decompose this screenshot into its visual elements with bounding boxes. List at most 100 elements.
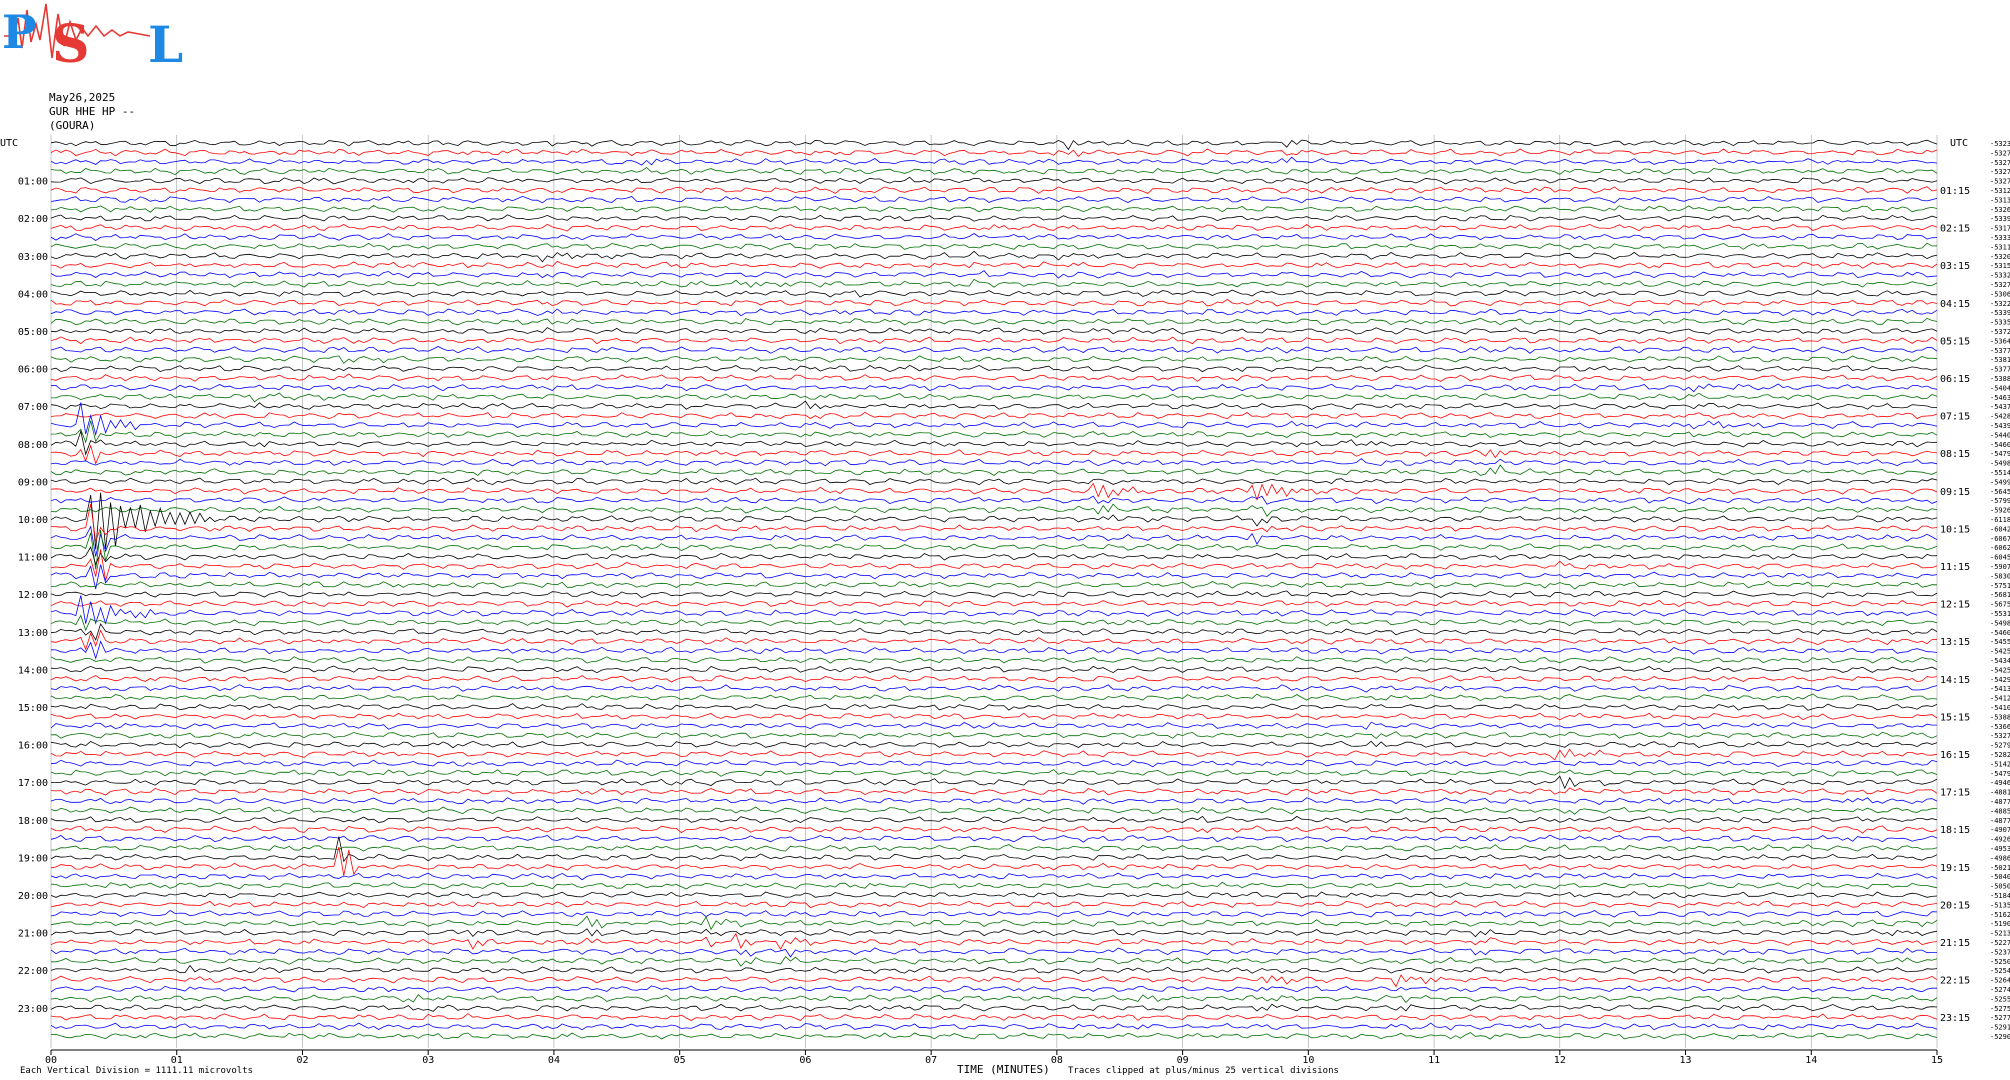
left-hour-label: 22:00 bbox=[18, 966, 48, 977]
trace-offset-value: -5311 bbox=[1990, 243, 2010, 251]
trace-offset-value: -5681 bbox=[1990, 591, 2010, 599]
clip-note: Traces clipped at plus/minus 25 vertical… bbox=[1068, 1066, 1339, 1076]
right-hour-label: 21:15 bbox=[1940, 938, 1970, 949]
trace-offset-value: -5381 bbox=[1990, 356, 2010, 364]
trace-offset-value: -5274 bbox=[1990, 986, 2010, 994]
left-hour-label: 15:00 bbox=[18, 703, 48, 714]
right-hour-label: 04:15 bbox=[1940, 299, 1970, 310]
right-hour-label: 05:15 bbox=[1940, 336, 1970, 347]
trace-offset-value: -5323 bbox=[1990, 140, 2010, 148]
seismic-trace bbox=[50, 993, 1938, 1004]
seismic-trace bbox=[50, 846, 1938, 876]
trace-offset-value: -5440 bbox=[1990, 431, 2010, 439]
seismic-trace bbox=[50, 444, 1938, 465]
seismic-trace bbox=[50, 614, 1938, 632]
trace-offset-value: -5498 bbox=[1990, 619, 2010, 627]
x-tick-label: 01 bbox=[171, 1055, 183, 1066]
seismic-trace bbox=[50, 974, 1938, 988]
trace-offset-value: -5306 bbox=[1990, 290, 2010, 298]
seismic-trace bbox=[50, 932, 1938, 950]
seismic-trace bbox=[50, 622, 1938, 641]
trace-offset-value: -5021 bbox=[1990, 864, 2010, 872]
left-hour-label: 17:00 bbox=[18, 778, 48, 789]
seismic-trace bbox=[50, 458, 1938, 467]
x-axis-label: TIME (MINUTES) bbox=[957, 1063, 1050, 1076]
x-tick-label: 06 bbox=[799, 1055, 811, 1066]
trace-offset-value: -4877 bbox=[1990, 798, 2010, 806]
trace-offset-value: -6062 bbox=[1990, 544, 2010, 552]
left-hour-label: 12:00 bbox=[18, 590, 48, 601]
trace-offset-value: -5255 bbox=[1990, 995, 2010, 1003]
logo-letter-p: P bbox=[2, 5, 37, 59]
logo-letter-s: S bbox=[52, 14, 90, 75]
right-hour-label: 19:15 bbox=[1940, 863, 1970, 874]
right-hour-label: 08:15 bbox=[1940, 449, 1970, 460]
right-hour-label: 17:15 bbox=[1940, 788, 1970, 799]
left-hour-label: 10:00 bbox=[18, 515, 48, 526]
trace-offset-value: -5377 bbox=[1990, 347, 2010, 355]
seismic-trace bbox=[50, 712, 1938, 721]
seismic-trace bbox=[50, 242, 1938, 251]
left-hour-label: 14:00 bbox=[18, 665, 48, 676]
seismic-trace bbox=[50, 844, 1938, 852]
seismic-trace bbox=[50, 656, 1938, 664]
trace-offset-value: -5237 bbox=[1990, 948, 2010, 956]
x-tick-label: 12 bbox=[1554, 1055, 1566, 1066]
trace-offset-value: -5377 bbox=[1990, 366, 2010, 374]
trace-offset-value: -5799 bbox=[1990, 497, 2010, 505]
seismic-trace bbox=[50, 947, 1937, 958]
x-tick-label: 15 bbox=[1931, 1055, 1943, 1066]
trace-offset-value: -5327 bbox=[1990, 178, 2010, 186]
trace-offset-value: -5332 bbox=[1990, 272, 2010, 280]
trace-offset-value: -4986 bbox=[1990, 854, 2010, 862]
seismic-trace bbox=[50, 985, 1937, 993]
seismic-trace bbox=[50, 166, 1938, 176]
trace-offset-value: -5317 bbox=[1990, 225, 2010, 233]
left-hour-label: 18:00 bbox=[18, 816, 48, 827]
trace-offset-value: -5227 bbox=[1990, 939, 2010, 947]
trace-offset-value: -5279 bbox=[1990, 742, 2010, 750]
left-hour-label: 05:00 bbox=[18, 327, 48, 338]
seismic-trace bbox=[50, 289, 1938, 298]
seismic-trace bbox=[50, 740, 1938, 749]
seismic-trace bbox=[50, 775, 1938, 790]
seismic-trace bbox=[50, 910, 1938, 918]
x-tick-label: 05 bbox=[674, 1055, 686, 1066]
seismic-trace bbox=[50, 260, 1938, 269]
left-hour-label: 16:00 bbox=[18, 741, 48, 752]
trace-offset-value: -5050 bbox=[1990, 883, 2010, 891]
seismic-trace bbox=[50, 900, 1938, 909]
trace-offset-value: -5366 bbox=[1990, 723, 2010, 731]
left-hour-label: 19:00 bbox=[18, 853, 48, 864]
seismic-trace bbox=[50, 834, 1938, 843]
right-utc-label: UTC bbox=[1950, 138, 1968, 149]
seismic-trace bbox=[50, 278, 1938, 288]
seismic-trace bbox=[50, 503, 1938, 517]
logo-letter-l: L bbox=[148, 15, 183, 74]
right-hour-label: 22:15 bbox=[1940, 976, 1970, 987]
right-hour-label: 15:15 bbox=[1940, 712, 1970, 723]
trace-offset-value: -5313 bbox=[1990, 196, 2010, 204]
seismic-trace bbox=[50, 495, 1938, 505]
seismic-trace bbox=[50, 881, 1938, 890]
trace-offset-value: -5213 bbox=[1990, 930, 2010, 938]
seismic-trace bbox=[50, 400, 1938, 410]
x-tick-label: 08 bbox=[1051, 1055, 1063, 1066]
trace-offset-value: -5142 bbox=[1990, 760, 2010, 768]
seismic-trace bbox=[50, 402, 1938, 437]
seismic-trace bbox=[50, 411, 1938, 420]
left-hour-label: 20:00 bbox=[18, 891, 48, 902]
trace-offset-value: -5254 bbox=[1990, 967, 2010, 975]
trace-offset-value: -5339 bbox=[1990, 215, 2010, 223]
seismic-trace bbox=[50, 748, 1938, 761]
right-hour-label: 18:15 bbox=[1940, 825, 1970, 836]
trace-offset-value: -5388 bbox=[1990, 375, 2010, 383]
trace-offset-value: -5322 bbox=[1990, 300, 2010, 308]
x-tick-label: 11 bbox=[1428, 1055, 1440, 1066]
trace-offset-value: -5327 bbox=[1990, 149, 2010, 157]
seismic-trace bbox=[50, 665, 1938, 674]
seismic-trace bbox=[50, 768, 1938, 777]
seismic-trace bbox=[50, 1013, 1938, 1022]
left-hour-label: 21:00 bbox=[18, 929, 48, 940]
seismic-trace bbox=[50, 1032, 1938, 1040]
